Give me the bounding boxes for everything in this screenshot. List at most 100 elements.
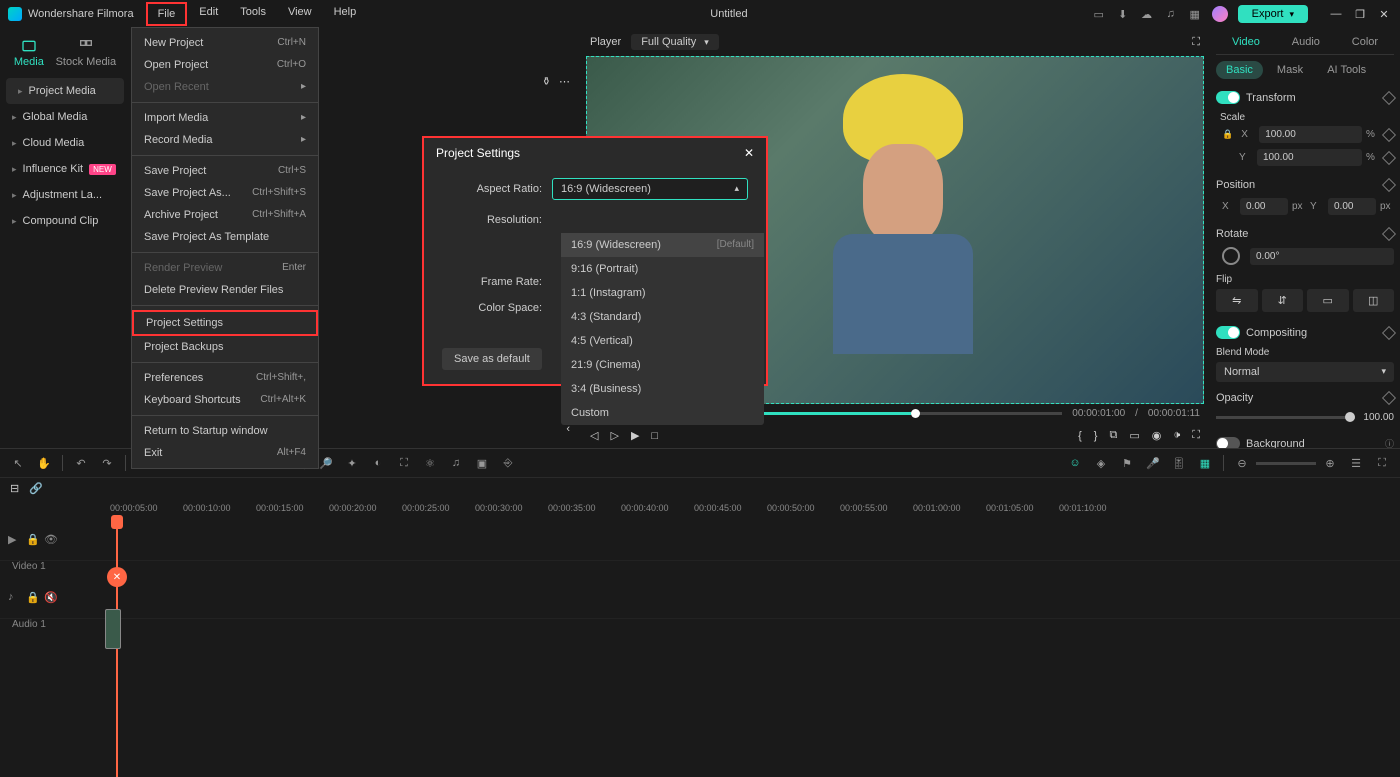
list-icon[interactable]: ☰	[1348, 455, 1364, 471]
mic-icon[interactable]: 🎤	[1145, 455, 1161, 471]
lock-icon[interactable]: 🔒	[26, 591, 38, 603]
marker-icon[interactable]: ◈	[1093, 455, 1109, 471]
pos-x-input[interactable]: 0.00	[1240, 198, 1288, 215]
keyframe-diamond[interactable]	[1382, 178, 1396, 192]
tab-video[interactable]: Video	[1226, 34, 1266, 50]
undo-icon[interactable]: ↶	[73, 455, 89, 471]
aspect-option[interactable]: 1:1 (Instagram)	[561, 281, 764, 305]
zoom2-icon[interactable]: 🔎	[318, 455, 334, 471]
tab-audio[interactable]: Audio	[1286, 34, 1326, 50]
audio2-icon[interactable]: ♫	[448, 455, 464, 471]
keyframe-diamond[interactable]	[1382, 325, 1396, 339]
expand-icon[interactable]: ⊟	[10, 482, 19, 495]
menu-view[interactable]: View	[278, 2, 322, 26]
file-menu-item[interactable]: Project Settings	[132, 310, 318, 336]
tab-media[interactable]: Media	[14, 38, 44, 68]
stop-button[interactable]: □	[651, 430, 658, 442]
file-menu-item[interactable]: Save Project As...Ctrl+Shift+S	[132, 182, 318, 204]
flip-v-button[interactable]: ⇵	[1262, 289, 1304, 312]
group-icon[interactable]: ▣	[474, 455, 490, 471]
menu-help[interactable]: Help	[324, 2, 367, 26]
mixer-icon[interactable]: 🎚	[1171, 455, 1187, 471]
avatar[interactable]	[1212, 6, 1228, 22]
sidebar-item[interactable]: ▸Influence KitNEW	[0, 156, 130, 182]
aspect-option[interactable]: 16:9 (Widescreen)[Default]	[561, 233, 764, 257]
sidebar-item[interactable]: ▸Project Media	[6, 78, 124, 104]
blend-mode-select[interactable]: Normal▾	[1216, 362, 1394, 382]
compare-icon[interactable]: ⧉	[1109, 429, 1117, 442]
keyframe-diamond[interactable]	[1382, 227, 1396, 241]
file-menu-item[interactable]: Project Backups	[132, 336, 318, 358]
zoom-out-icon[interactable]: ⊖	[1234, 455, 1250, 471]
cursor-tool-icon[interactable]: ↖	[10, 455, 26, 471]
file-menu-item[interactable]: Open ProjectCtrl+O	[132, 54, 318, 76]
play-button[interactable]: ▶	[631, 429, 639, 442]
grid-icon[interactable]: ▦	[1188, 7, 1202, 21]
flip-h-button[interactable]: ⇋	[1216, 289, 1258, 312]
keyframe-diamond[interactable]	[1382, 150, 1396, 164]
rotate-input[interactable]: 0.00°	[1250, 248, 1394, 265]
effect-icon[interactable]: ✦	[344, 455, 360, 471]
color-icon[interactable]: ◐	[370, 455, 386, 471]
cloud-icon[interactable]: ☁	[1140, 7, 1154, 21]
sidebar-item[interactable]: ▸Global Media	[0, 104, 130, 130]
flip-4-button[interactable]: ◫	[1353, 289, 1395, 312]
eye-icon[interactable]: 👁	[44, 533, 56, 545]
info-icon[interactable]: ⓘ	[1385, 437, 1394, 448]
file-menu-item[interactable]: Return to Startup window	[132, 420, 318, 442]
lock-icon[interactable]: 🔒	[1222, 129, 1233, 140]
fit-icon[interactable]: ⛶	[1374, 455, 1390, 471]
monitor-icon[interactable]: ▭	[1092, 7, 1106, 21]
save-default-button[interactable]: Save as default	[442, 348, 542, 370]
flip-3-button[interactable]: ▭	[1307, 289, 1349, 312]
sidebar-item[interactable]: ▸Adjustment La...	[0, 182, 130, 208]
file-menu-item[interactable]: Record Media▸	[132, 129, 318, 151]
file-menu-item[interactable]: Save ProjectCtrl+S	[132, 160, 318, 182]
sidebar-item[interactable]: ▸Compound Clip	[0, 208, 130, 234]
display-icon[interactable]: ▭	[1129, 429, 1139, 442]
keyframe-diamond[interactable]	[1382, 127, 1396, 141]
file-menu-item[interactable]: Save Project As Template	[132, 226, 318, 248]
aspect-option[interactable]: 9:16 (Portrait)	[561, 257, 764, 281]
scale-y-input[interactable]: 100.00	[1257, 149, 1362, 166]
video-track[interactable]: ▶ 🔒 👁	[0, 517, 1400, 561]
keyframe-diamond[interactable]	[1382, 391, 1396, 405]
menu-file[interactable]: File	[146, 2, 188, 26]
aspect-option[interactable]: 4:5 (Vertical)	[561, 329, 764, 353]
background-toggle[interactable]	[1216, 437, 1240, 448]
file-menu-item[interactable]: ExitAlt+F4	[132, 442, 318, 464]
maximize-button[interactable]: ❐	[1352, 8, 1368, 21]
aspect-option[interactable]: Custom	[561, 401, 764, 425]
bracket-open-icon[interactable]: {	[1078, 430, 1082, 442]
play-pause-button[interactable]: ▷	[610, 429, 618, 442]
hand-tool-icon[interactable]: ✋	[36, 455, 52, 471]
aspect-option[interactable]: 4:3 (Standard)	[561, 305, 764, 329]
close-button[interactable]: ✕	[1376, 8, 1392, 21]
volume-icon[interactable]: 🕩	[1173, 429, 1180, 442]
prev-frame-button[interactable]: ◁	[590, 429, 598, 442]
snapshot-icon[interactable]: ⛶	[1192, 36, 1200, 49]
more-icon[interactable]: ⋯	[559, 75, 570, 88]
file-menu-item[interactable]: New ProjectCtrl+N	[132, 32, 318, 54]
pos-y-input[interactable]: 0.00	[1328, 198, 1376, 215]
grid2-icon[interactable]: ▦	[1197, 455, 1213, 471]
collapse-icon[interactable]: ‹	[566, 423, 570, 442]
scale-x-input[interactable]: 100.00	[1259, 126, 1362, 143]
opacity-slider[interactable]	[1216, 416, 1355, 419]
file-menu-item[interactable]: PreferencesCtrl+Shift+,	[132, 367, 318, 389]
quality-select[interactable]: Full Quality▾	[631, 34, 719, 50]
compositing-toggle[interactable]	[1216, 326, 1240, 339]
headphones-icon[interactable]: ♫	[1164, 7, 1178, 21]
aspect-ratio-select[interactable]: 16:9 (Widescreen)▴	[552, 178, 748, 200]
crop2-icon[interactable]: ⛶	[396, 455, 412, 471]
flag-icon[interactable]: ⚑	[1119, 455, 1135, 471]
dialog-close-button[interactable]: ✕	[744, 146, 754, 160]
bracket-close-icon[interactable]: }	[1094, 430, 1098, 442]
aspect-option[interactable]: 3:4 (Business)	[561, 377, 764, 401]
filter-icon[interactable]: ⚱	[542, 75, 551, 88]
zoom-slider[interactable]	[1256, 462, 1316, 465]
file-menu-item[interactable]: Delete Preview Render Files	[132, 279, 318, 301]
transform-toggle[interactable]	[1216, 91, 1240, 104]
link-icon[interactable]: 🔗	[29, 482, 43, 495]
subtab-basic[interactable]: Basic	[1216, 61, 1263, 79]
